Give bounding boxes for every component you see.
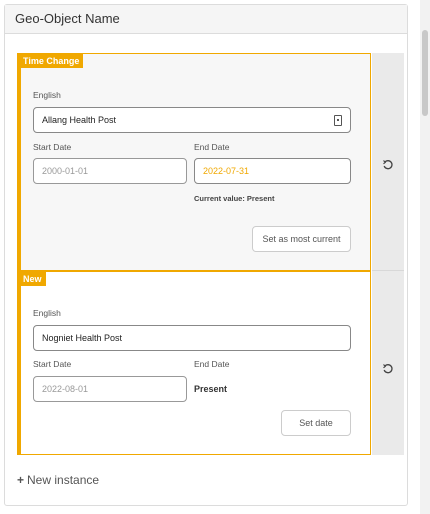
- time-change-badge: Time Change: [21, 54, 84, 68]
- name-input[interactable]: Nogniet Health Post: [33, 325, 351, 351]
- language-label: English: [33, 308, 61, 318]
- undo-column: [372, 53, 404, 455]
- new-badge: New: [21, 272, 46, 286]
- scrollbar-thumb[interactable]: [422, 30, 428, 116]
- panel-header: Geo-Object Name: [5, 5, 407, 34]
- start-date-label: Start Date: [33, 359, 72, 369]
- panel-title: Geo-Object Name: [15, 11, 120, 26]
- scrollbar[interactable]: [420, 0, 430, 514]
- end-date-input[interactable]: 2022-07-31: [194, 158, 351, 184]
- end-date-value: Present: [194, 384, 228, 394]
- undo-icon[interactable]: [382, 363, 394, 375]
- time-change-card: Time Change English Allang Health Post S…: [17, 53, 371, 271]
- current-value-hint: Current value: Present: [194, 194, 275, 203]
- language-label: English: [33, 90, 61, 100]
- end-date-label: End Date: [194, 142, 230, 152]
- side-divider: [372, 270, 404, 271]
- new-instance-button[interactable]: + New instance: [17, 473, 99, 487]
- end-date-label: End Date: [194, 359, 230, 369]
- lock-icon: [334, 115, 342, 126]
- name-value: Allang Health Post: [42, 115, 117, 125]
- set-as-most-current-button[interactable]: Set as most current: [252, 226, 351, 252]
- plus-icon: +: [17, 473, 25, 487]
- start-date-input[interactable]: 2022-08-01: [33, 376, 187, 402]
- undo-icon[interactable]: [382, 159, 394, 171]
- new-instance-label: New instance: [27, 473, 100, 487]
- start-date-input[interactable]: 2000-01-01: [33, 158, 187, 184]
- set-date-button[interactable]: Set date: [281, 410, 351, 436]
- name-input[interactable]: Allang Health Post: [33, 107, 351, 133]
- new-card: New English Nogniet Health Post Start Da…: [17, 271, 371, 455]
- geo-object-name-panel: Geo-Object Name Time Change English Alla…: [4, 4, 408, 506]
- start-date-label: Start Date: [33, 142, 72, 152]
